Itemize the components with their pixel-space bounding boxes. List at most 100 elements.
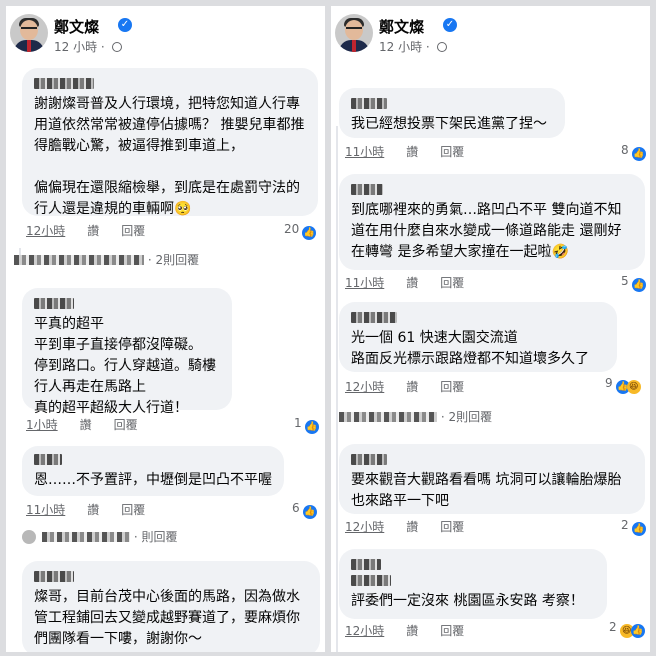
comment-bubble: 謝謝燦哥普及人行環境，把特您知道人行專 用道依然常常被違停佔據嗎？ 推嬰兒車都推… [22, 68, 318, 217]
haha-reaction-icon: 😆 [626, 380, 641, 394]
post-timestamp[interactable]: 12 小時 · [54, 38, 122, 55]
comment-time[interactable]: 12小時 [345, 520, 384, 534]
reply-button[interactable]: 回覆 [440, 145, 464, 159]
reply-thread-line [336, 126, 338, 652]
replies-count[interactable]: 2則回覆 [448, 410, 492, 424]
replies-count[interactable]: 則回覆 [141, 530, 177, 544]
blurred-commenter-name [34, 454, 62, 465]
reaction-count[interactable]: 6 👍 [292, 501, 317, 519]
reaction-count[interactable]: 9 👍😆 [605, 376, 641, 394]
reaction-count[interactable]: 5 👍 [621, 274, 646, 292]
like-button[interactable]: 讚 [406, 520, 418, 534]
comment-time[interactable]: 11小時 [345, 145, 384, 159]
globe-icon [111, 42, 122, 52]
comment-bubble: 平真的超平 平到車子直接停都沒障礙。 停到路口。行人穿越道。騎樓 行人再走在馬路… [22, 288, 232, 416]
comment-actions: 12小時 讚 回覆 [345, 518, 486, 535]
comment-bubble: 燦哥，目前台茂中心後面的馬路，因為做水 管工程鋪回去又變成越野賽道了，要麻煩你 … [22, 561, 320, 652]
like-reaction-icon: 👍 [630, 624, 645, 638]
comment-bubble: 要來觀音大觀路看看嗎 坑洞可以讓輪胎爆胎 也來路平一下吧 [339, 444, 645, 514]
view-replies[interactable]: · 2則回覆 [339, 408, 492, 425]
blurred-reply-names [339, 412, 437, 422]
author-avatar[interactable] [335, 14, 373, 52]
like-button[interactable]: 讚 [406, 380, 418, 394]
blurred-commenter-name [34, 298, 74, 309]
comment-panel-right: 鄭文燦 ✓ 12 小時 · 我已經想投票下架民進黨了捏～ 11小時讚回覆 8 👍 … [331, 6, 650, 652]
blurred-commenter-name [351, 98, 387, 109]
like-reaction-icon: 👍 [302, 226, 317, 240]
comment-text: 謝謝燦哥普及人行環境，把特您知道人行專 用道依然常常被違停佔據嗎？ 推嬰兒車都推… [34, 96, 305, 217]
like-button[interactable]: 讚 [406, 276, 418, 290]
post-timestamp[interactable]: 12 小時 · [379, 38, 447, 55]
reply-button[interactable]: 回覆 [114, 418, 138, 432]
like-reaction-icon: 👍 [304, 420, 319, 434]
reaction-count[interactable]: 1 👍 [294, 416, 319, 434]
comment-bubble: 評委們一定沒來 桃園區永安路 考察！ [339, 549, 607, 619]
comment-actions: 11小時 讚 回覆 [345, 143, 486, 160]
comment-time[interactable]: 11小時 [26, 503, 65, 517]
post-header: 鄭文燦 ✓ 12 小時 · [6, 6, 325, 66]
verified-check-icon: ✓ [118, 18, 132, 32]
comment-bubble: 光一個 61 快速大園交流道 路面反光標示跟路燈都不知道壞多久了 [339, 302, 617, 372]
comment-time[interactable]: 11小時 [345, 276, 384, 290]
comment-text: 光一個 61 快速大園交流道 路面反光標示跟路燈都不知道壞多久了 [351, 330, 589, 367]
blurred-commenter-name [351, 575, 391, 586]
blurred-commenter-name [351, 559, 381, 570]
like-button[interactable]: 讚 [87, 224, 99, 238]
blurred-reply-names [14, 255, 144, 265]
author-name[interactable]: 鄭文燦 [54, 16, 99, 37]
blurred-commenter-name [351, 454, 387, 465]
reply-button[interactable]: 回覆 [440, 380, 464, 394]
comment-time[interactable]: 12小時 [345, 380, 384, 394]
comment-text: 我已經想投票下架民進黨了捏～ [351, 116, 547, 132]
reply-button[interactable]: 回覆 [121, 503, 145, 517]
reaction-count[interactable]: 20 👍 [284, 222, 317, 240]
author-name[interactable]: 鄭文燦 [379, 16, 424, 37]
comment-time[interactable]: 1小時 [26, 418, 58, 432]
reply-button[interactable]: 回覆 [440, 520, 464, 534]
author-avatar[interactable] [10, 14, 48, 52]
verified-check-icon: ✓ [443, 18, 457, 32]
comment-text: 要來觀音大觀路看看嗎 坑洞可以讓輪胎爆胎 也來路平一下吧 [351, 472, 622, 509]
comment-actions: 12小時 讚 回覆 [345, 622, 486, 639]
reply-button[interactable]: 回覆 [121, 224, 145, 238]
comment-bubble: 我已經想投票下架民進黨了捏～ [339, 88, 565, 138]
blurred-commenter-name [34, 571, 74, 582]
blurred-commenter-name [34, 78, 94, 89]
reply-button[interactable]: 回覆 [440, 276, 464, 290]
reaction-count[interactable]: 2 😆👍 [609, 620, 645, 638]
like-button[interactable]: 讚 [80, 418, 92, 432]
like-reaction-icon: 👍 [631, 522, 646, 536]
blurred-reply-names [42, 532, 130, 542]
comment-bubble: 恩……不予置評，中壢倒是凹凸不平喔 [22, 446, 284, 496]
reply-button[interactable]: 回覆 [440, 624, 464, 638]
blurred-commenter-name [351, 312, 397, 323]
comment-text: 評委們一定沒來 桃園區永安路 考察！ [351, 593, 584, 609]
view-replies[interactable]: · 則回覆 [22, 528, 177, 545]
like-button[interactable]: 讚 [406, 624, 418, 638]
comment-text: 恩……不予置評，中壢倒是凹凸不平喔 [34, 472, 272, 488]
comment-time[interactable]: 12小時 [345, 624, 384, 638]
comment-actions: 11小時 讚 回覆 [345, 274, 486, 291]
comment-bubble: 到底哪裡來的勇氣…路凹凸不平 雙向道不知 道在用什麼自來水變成一條道路能走 還剛… [339, 174, 645, 270]
blurred-commenter-name [351, 184, 383, 195]
replies-count[interactable]: 2則回覆 [155, 253, 199, 267]
like-button[interactable]: 讚 [87, 503, 99, 517]
reply-avatar [22, 530, 36, 544]
comment-text: 平真的超平 平到車子直接停都沒障礙。 停到路口。行人穿越道。騎樓 行人再走在馬路… [34, 316, 216, 416]
comment-text: 燦哥，目前台茂中心後面的馬路，因為做水 管工程鋪回去又變成越野賽道了，要麻煩你 … [34, 589, 300, 647]
comment-text: 到底哪裡來的勇氣…路凹凸不平 雙向道不知 道在用什麼自來水變成一條道路能走 還剛… [351, 202, 622, 260]
like-reaction-icon: 👍 [302, 505, 317, 519]
like-reaction-icon: 👍 [631, 147, 646, 161]
globe-icon [436, 42, 447, 52]
view-replies[interactable]: · 2則回覆 [14, 251, 199, 268]
comment-actions: 12小時 讚 回覆 [26, 222, 167, 239]
reaction-count[interactable]: 8 👍 [621, 143, 646, 161]
comment-actions: 12小時 讚 回覆 [345, 378, 486, 395]
comment-actions: 1小時 讚 回覆 [26, 416, 160, 433]
reaction-count[interactable]: 2 👍 [621, 518, 646, 536]
post-header: 鄭文燦 ✓ 12 小時 · [331, 6, 650, 66]
like-button[interactable]: 讚 [406, 145, 418, 159]
comment-time[interactable]: 12小時 [26, 224, 65, 238]
like-reaction-icon: 👍 [631, 278, 646, 292]
comment-actions: 11小時 讚 回覆 [26, 501, 167, 518]
